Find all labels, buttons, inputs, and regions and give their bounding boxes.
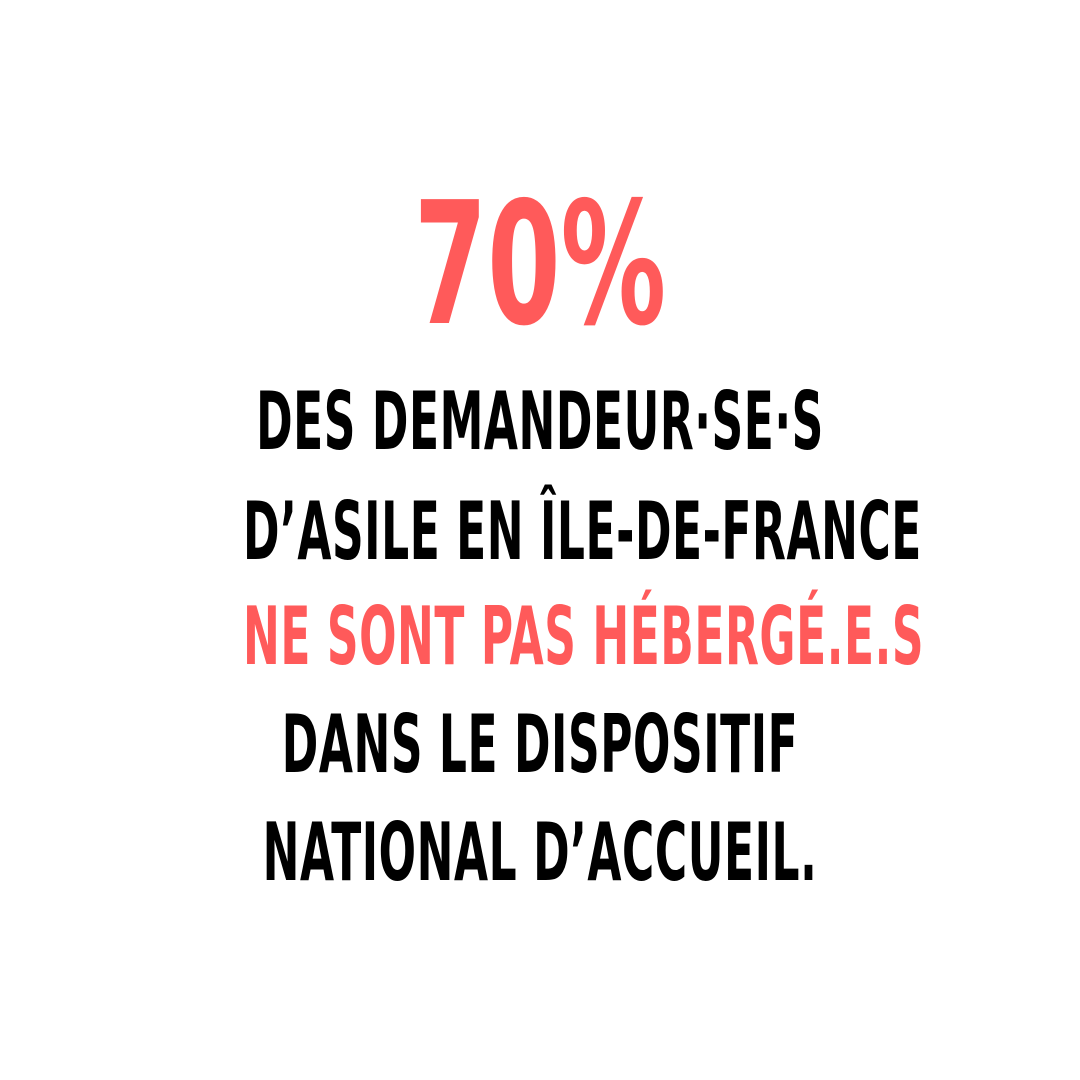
body-line-3-highlight: NE SONT PAS HÉBERGÉ.E.S bbox=[243, 590, 925, 683]
body-line-5: NATIONAL D’ACCUEIL. bbox=[262, 806, 818, 899]
body-line-4: DANS LE DISPOSITIF bbox=[281, 698, 799, 791]
body-line-2: D’ASILE EN ÎLE-DE-FRANCE bbox=[243, 485, 922, 578]
headline-percent: 70% bbox=[413, 166, 667, 364]
body-line-1: DES DEMANDEUR·SE·S bbox=[256, 375, 824, 468]
poster: 70% DES DEMANDEUR·SE·S D’ASILE EN ÎLE-DE… bbox=[0, 0, 1080, 1080]
